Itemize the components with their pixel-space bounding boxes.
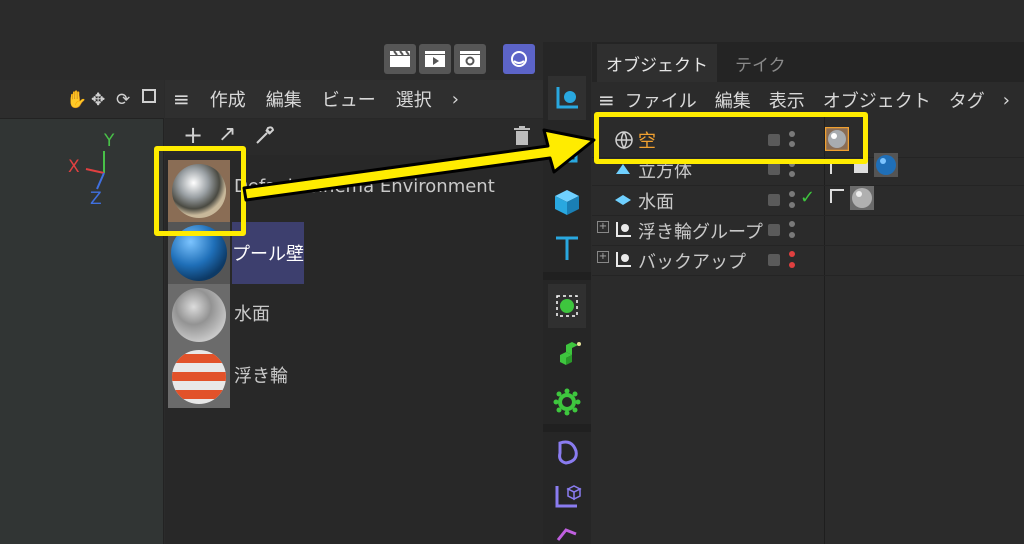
- top-bar: [0, 0, 1024, 42]
- menu-edit[interactable]: 編集: [266, 86, 302, 112]
- null-tool-button[interactable]: [548, 76, 586, 120]
- material-menu-bar: ≡ 作成 編集 ビュー 選択 ›: [165, 80, 543, 118]
- axis-z-label: Z: [90, 189, 102, 209]
- pan-hand-icon[interactable]: ✋: [66, 90, 87, 110]
- render-settings-button[interactable]: [454, 44, 486, 74]
- editor-visibility-toggle[interactable]: [768, 194, 780, 206]
- expand-toggle-icon[interactable]: +: [597, 251, 609, 263]
- render-visibility-dot-red[interactable]: [789, 262, 795, 268]
- glass-sphere-thumbnail: [168, 284, 230, 346]
- clapper-gear-icon: [460, 51, 480, 67]
- editor-visibility-toggle[interactable]: [768, 224, 780, 236]
- material-item[interactable]: 浮き輪: [168, 346, 540, 408]
- menu-object[interactable]: オブジェクト: [823, 87, 931, 113]
- camera-icon: [556, 528, 577, 541]
- highlight-box-sky-row: [594, 112, 868, 164]
- render-view-button[interactable]: [384, 44, 416, 74]
- menu-view[interactable]: ビュー: [322, 86, 376, 112]
- menu-more[interactable]: ›: [1003, 90, 1010, 111]
- menu-create[interactable]: 作成: [210, 86, 246, 112]
- effector-tool-button[interactable]: [548, 380, 586, 424]
- cloner-cubes-icon: [560, 342, 581, 365]
- object-name: 浮き輪グループ: [638, 222, 763, 243]
- editor-visibility-dot[interactable]: [789, 191, 795, 197]
- enabled-checkmark[interactable]: ✓: [800, 187, 815, 208]
- object-menu-hamburger[interactable]: ≡: [598, 88, 615, 112]
- camera-tool-button[interactable]: [548, 520, 586, 544]
- blue-material-tag-icon[interactable]: [874, 153, 898, 177]
- text-icon: [556, 236, 578, 260]
- generator-tool-button[interactable]: [548, 474, 586, 518]
- glass-material-tag-icon[interactable]: [850, 186, 874, 210]
- render-visibility-dot[interactable]: [789, 232, 795, 238]
- uv-tag-icon[interactable]: [830, 189, 844, 203]
- material-item[interactable]: 水面: [168, 284, 540, 346]
- editor-visibility-toggle[interactable]: [768, 163, 780, 175]
- maximize-icon[interactable]: [142, 89, 156, 103]
- object-row-backup[interactable]: + バックアップ: [592, 245, 1024, 276]
- deformer-tool-button[interactable]: [548, 430, 586, 474]
- tab-objects[interactable]: オブジェクト: [597, 44, 717, 82]
- object-row-float-group[interactable]: + 浮き輪グループ: [592, 215, 1024, 246]
- menu-select[interactable]: 選択: [396, 86, 432, 112]
- menu-file[interactable]: ファイル: [625, 87, 697, 113]
- render-visibility-dot[interactable]: [789, 171, 795, 177]
- expand-toggle-icon[interactable]: +: [597, 221, 609, 233]
- gear-icon: [553, 388, 581, 416]
- subdivision-tool-button[interactable]: [548, 284, 586, 328]
- material-label: 浮き輪: [234, 366, 288, 387]
- axis-y-label: Y: [104, 131, 115, 151]
- render-visibility-dot[interactable]: [789, 202, 795, 208]
- axis-x-label: X: [68, 157, 80, 177]
- object-name: バックアップ: [638, 252, 746, 273]
- plane-icon: [615, 195, 631, 205]
- material-menu-hamburger[interactable]: ≡: [173, 87, 190, 111]
- null-object-icon: [616, 222, 631, 237]
- viewport-header: ✋ ✥ ⟳: [0, 80, 164, 119]
- move-icon[interactable]: ✥: [91, 90, 105, 110]
- object-row-water[interactable]: 水面 ✓: [592, 185, 1024, 216]
- drag-arrow-icon: [242, 128, 596, 202]
- generator-icon: [555, 485, 582, 508]
- striped-sphere-thumbnail: [168, 346, 230, 408]
- material-label: 水面: [234, 304, 270, 325]
- editor-visibility-dot[interactable]: [789, 221, 795, 227]
- layout-icon: [511, 51, 527, 67]
- clapper-play-icon: [425, 51, 445, 67]
- tab-takes[interactable]: テイク: [735, 44, 786, 82]
- null-object-icon: [616, 252, 631, 267]
- render-to-picture-viewer-button[interactable]: [419, 44, 451, 74]
- text-tool-button[interactable]: [548, 226, 586, 270]
- object-name: 水面: [638, 192, 674, 213]
- menu-tag[interactable]: タグ: [949, 87, 985, 113]
- subdivision-icon: [556, 295, 578, 317]
- layout-button[interactable]: [503, 44, 535, 74]
- cloner-tool-button[interactable]: [548, 332, 586, 376]
- clapper-icon: [390, 50, 410, 67]
- deformer-icon: [558, 440, 578, 465]
- viewport[interactable]: Y X Z: [0, 119, 164, 544]
- editor-visibility-dot-red[interactable]: [789, 251, 795, 257]
- editor-visibility-toggle[interactable]: [768, 254, 780, 266]
- rotate-icon[interactable]: ⟳: [116, 90, 130, 110]
- menu-view[interactable]: 表示: [769, 87, 805, 113]
- null-object-icon: [556, 87, 578, 109]
- menu-more[interactable]: ›: [452, 89, 459, 110]
- add-material-button[interactable]: +: [183, 121, 203, 149]
- menu-edit[interactable]: 編集: [715, 87, 751, 113]
- cube-small-icon: [616, 164, 630, 174]
- tool-divider: [543, 272, 591, 280]
